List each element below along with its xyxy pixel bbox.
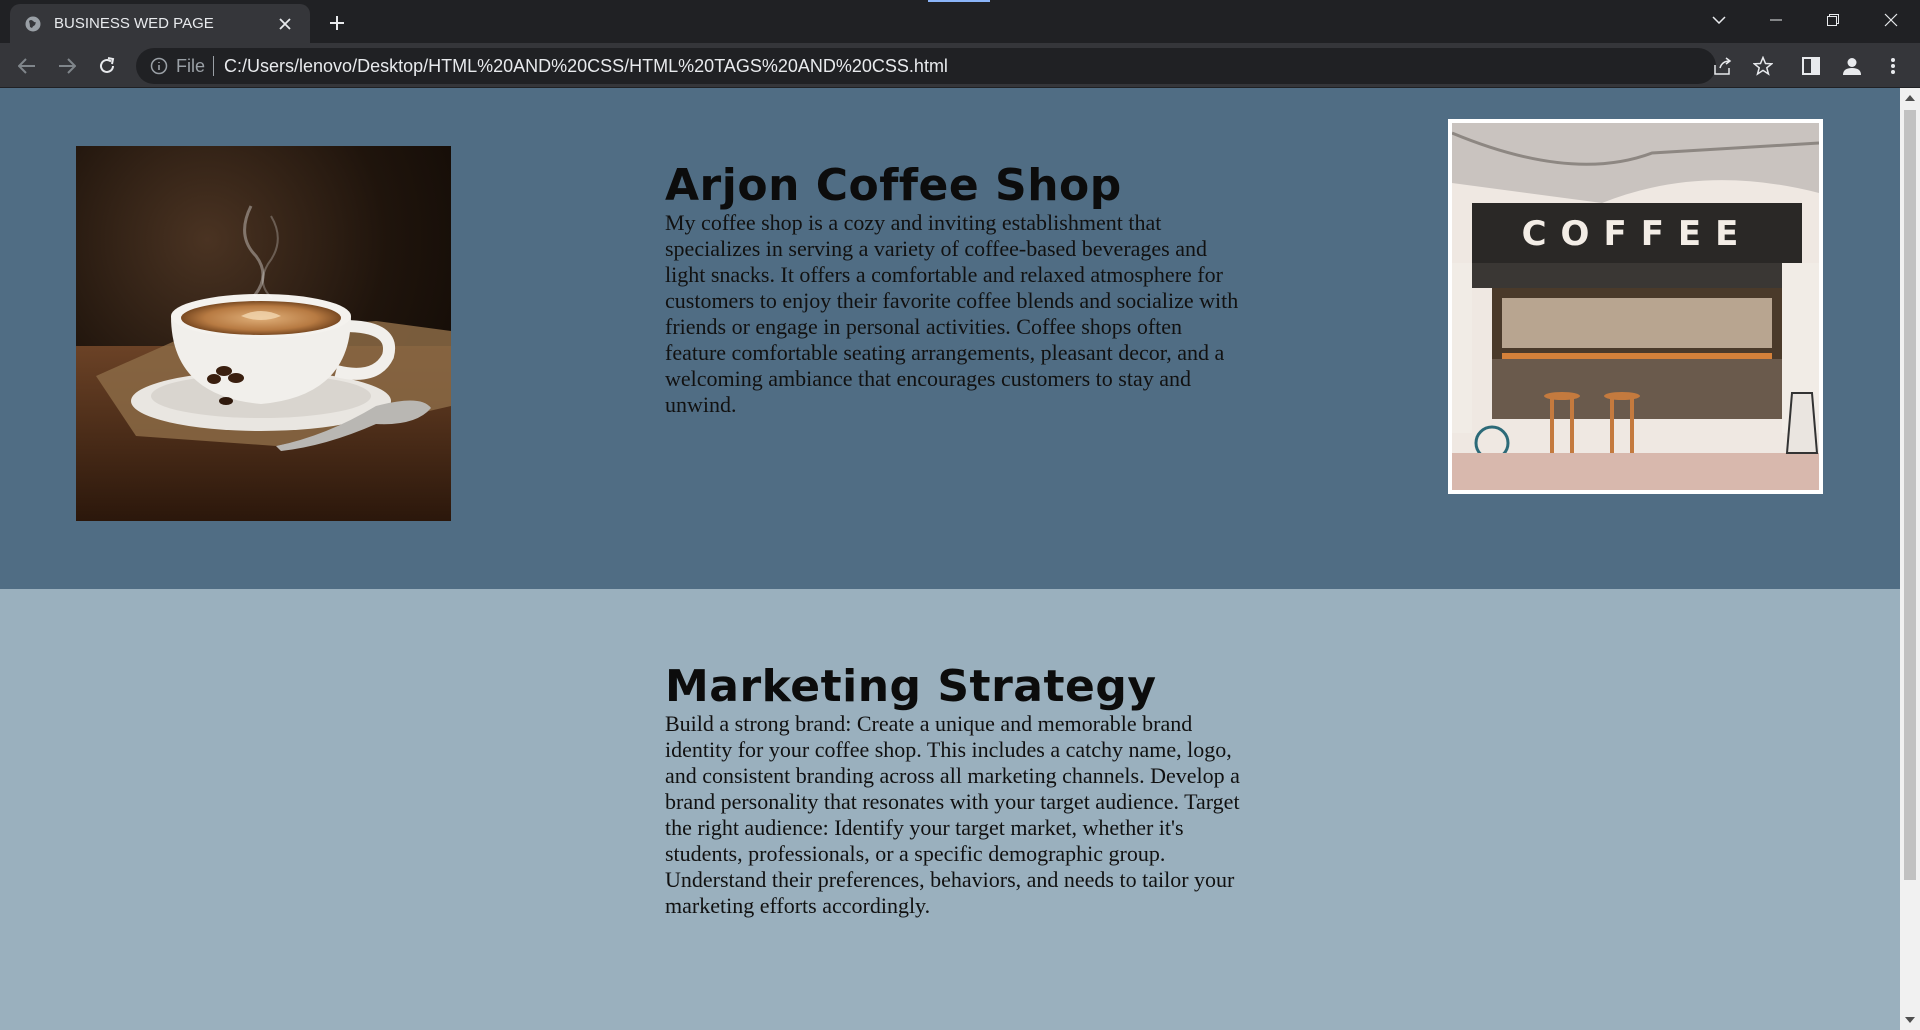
plus-icon [330, 16, 344, 30]
browser-tab[interactable]: BUSINESS WED PAGE [10, 4, 310, 43]
side-panel-icon [1802, 57, 1820, 75]
tab-search-button[interactable] [1696, 4, 1742, 36]
reload-button[interactable] [92, 51, 122, 81]
menu-button[interactable] [1879, 52, 1907, 80]
coffee-shop-text: Arjon Coffee Shop My coffee shop is a co… [665, 160, 1245, 418]
back-arrow-icon [18, 58, 35, 74]
url-separator [213, 56, 215, 76]
restore-icon [1827, 14, 1839, 26]
kebab-menu-icon [1891, 58, 1895, 74]
close-tab-icon[interactable] [274, 13, 296, 35]
scroll-down-arrow[interactable] [1904, 1014, 1916, 1026]
url-scheme-label: File [176, 55, 206, 76]
star-icon [1753, 56, 1773, 76]
back-button[interactable] [12, 51, 42, 81]
profile-icon [1843, 58, 1861, 75]
tab-search-indicator [928, 0, 990, 2]
coffee-cup-image [76, 146, 451, 521]
caret-up-icon [1905, 95, 1915, 101]
new-tab-button[interactable] [322, 8, 352, 38]
url-text[interactable]: C:/Users/lenovo/Desktop/HTML%20AND%20CSS… [224, 56, 948, 77]
browser-toolbar: File C:/Users/lenovo/Desktop/HTML%20AND%… [0, 43, 1920, 88]
bookmark-button[interactable] [1749, 52, 1777, 80]
coffee-shop-description: My coffee shop is a cozy and inviting es… [665, 210, 1239, 418]
scroll-up-arrow[interactable] [1904, 92, 1916, 104]
reload-icon [100, 57, 115, 73]
coffee-storefront-image: COFFEE [1448, 119, 1823, 494]
caret-down-icon [1905, 1017, 1915, 1023]
page-scrollbar[interactable] [1900, 88, 1920, 1030]
marketing-description: Build a strong brand: Create a unique an… [665, 711, 1240, 919]
browser-tab-bar: BUSINESS WED PAGE [0, 0, 1920, 43]
side-panel-button[interactable] [1797, 52, 1825, 80]
forward-arrow-icon [59, 58, 76, 74]
forward-button[interactable] [52, 51, 82, 81]
globe-icon [25, 16, 41, 31]
minimize-button[interactable] [1753, 4, 1799, 36]
page-viewport: Arjon Coffee Shop My coffee shop is a co… [0, 88, 1900, 1030]
shop-sign-text: COFFEE [1522, 214, 1753, 254]
chevron-down-icon [1712, 16, 1726, 24]
coffee-shop-section: Arjon Coffee Shop My coffee shop is a co… [0, 88, 1900, 589]
scroll-thumb[interactable] [1904, 110, 1916, 880]
info-icon[interactable] [150, 57, 168, 75]
marketing-text: Marketing Strategy Build a strong brand:… [665, 661, 1245, 919]
address-bar[interactable]: File C:/Users/lenovo/Desktop/HTML%20AND%… [136, 48, 1716, 84]
tab-title: BUSINESS WED PAGE [54, 15, 214, 32]
restore-button[interactable] [1810, 4, 1856, 36]
profile-button[interactable] [1838, 52, 1866, 80]
close-window-button[interactable] [1868, 4, 1914, 36]
close-icon [1884, 13, 1898, 27]
minimize-icon [1770, 19, 1782, 21]
share-icon [1714, 57, 1732, 75]
coffee-shop-title: Arjon Coffee Shop [665, 160, 1122, 211]
share-button[interactable] [1709, 52, 1737, 80]
marketing-title: Marketing Strategy [665, 661, 1157, 712]
